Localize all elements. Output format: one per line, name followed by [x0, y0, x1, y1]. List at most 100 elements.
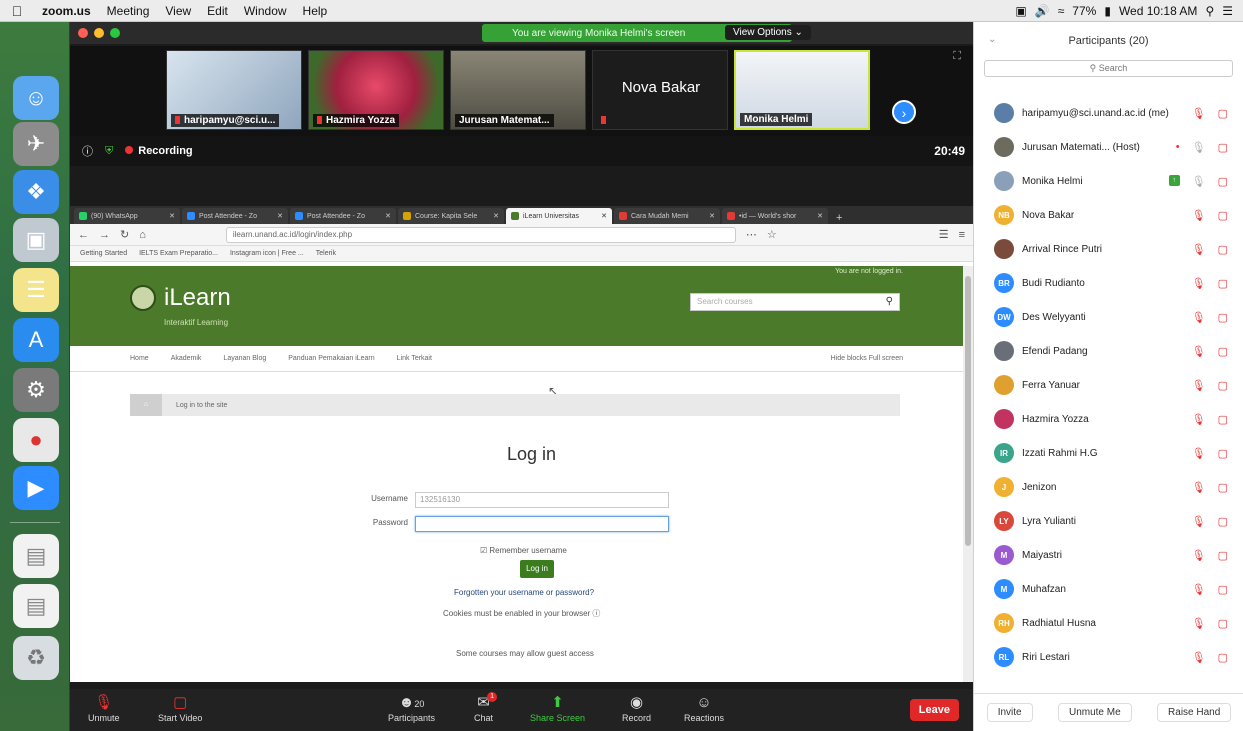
close-tab-icon[interactable]: ✕: [273, 212, 283, 220]
participants-button[interactable]: ☻20 Participants: [388, 693, 435, 723]
login-button[interactable]: Log in: [520, 560, 554, 578]
breadcrumb-home-icon[interactable]: ⌂: [130, 394, 162, 416]
participant-row[interactable]: M Maiyastri 🎙 ▢: [974, 538, 1243, 572]
password-field[interactable]: [415, 516, 669, 532]
participant-row[interactable]: Hazmira Yozza 🎙 ▢: [974, 402, 1243, 436]
close-tab-icon[interactable]: ✕: [813, 212, 823, 220]
participant-row[interactable]: M Muhafzan 🎙 ▢: [974, 572, 1243, 606]
address-field[interactable]: ilearn.unand.ac.id/login/index.php: [225, 226, 736, 243]
participant-row[interactable]: RL Riri Lestari 🎙 ▢: [974, 640, 1243, 674]
thumbnail-hazmira[interactable]: Hazmira Yozza: [308, 50, 444, 130]
clock[interactable]: Wed 10:18 AM: [1119, 4, 1198, 18]
close-tab-icon[interactable]: ✕: [489, 212, 499, 220]
bookmark-item[interactable]: Getting Started: [80, 250, 127, 257]
menu-icon[interactable]: ≡: [959, 229, 965, 241]
browser-tab[interactable]: •id — World's shor ✕: [722, 208, 828, 224]
back-icon[interactable]: ←: [78, 229, 89, 241]
chevron-down-icon[interactable]: ⌄: [988, 34, 996, 45]
course-search-input[interactable]: Search courses ⚲: [690, 293, 900, 311]
nav-layanan-blog[interactable]: Layanan Blog: [223, 355, 266, 362]
participant-row[interactable]: Jurusan Matemati... (Host) • 🎙 ▢: [974, 130, 1243, 164]
home-icon[interactable]: ⌂: [139, 229, 146, 241]
unmute-me-button[interactable]: Unmute Me: [1057, 703, 1132, 722]
menu-view[interactable]: View: [157, 4, 199, 18]
notification-center-icon[interactable]: ☰: [1222, 4, 1233, 18]
wifi-icon[interactable]: ≈: [1058, 4, 1065, 18]
browser-tab[interactable]: Post Attendee - Zo ✕: [290, 208, 396, 224]
participant-row[interactable]: RH Radhiatul Husna 🎙 ▢: [974, 606, 1243, 640]
thumbnail-jurusan[interactable]: Jurusan Matemat...: [450, 50, 586, 130]
zoom-icon[interactable]: ▶: [13, 466, 59, 510]
info-icon[interactable]: ⓘ: [82, 143, 93, 159]
browser-tab[interactable]: (90) WhatsApp ✕: [74, 208, 180, 224]
safari-icon[interactable]: ❖: [13, 170, 59, 214]
library-icon[interactable]: ☰: [939, 228, 949, 241]
menu-app-name[interactable]: zoom.us: [34, 4, 99, 18]
page-scrollbar[interactable]: [963, 266, 973, 682]
close-tab-icon[interactable]: ✕: [705, 212, 715, 220]
nav-home[interactable]: Home: [130, 355, 149, 362]
zoom-window-button[interactable]: [110, 28, 120, 38]
chrome-icon[interactable]: ●: [13, 418, 59, 462]
participant-row[interactable]: haripamyu@sci.unand.ac.id (me) 🎙 ▢: [974, 96, 1243, 130]
close-tab-icon[interactable]: ✕: [381, 212, 391, 220]
finder-icon[interactable]: ☺: [13, 76, 59, 120]
invite-button[interactable]: Invite: [986, 703, 1033, 722]
view-options-button[interactable]: View Options ⌄: [725, 25, 811, 40]
ilearn-logo[interactable]: iLearn Interaktif Learning: [130, 284, 231, 327]
forgot-password-link[interactable]: Forgotten your username or password?: [454, 588, 594, 597]
record-button[interactable]: ◉ Record: [622, 693, 651, 723]
document-stack-icon[interactable]: ▤: [13, 584, 59, 628]
participant-row[interactable]: Efendi Padang 🎙 ▢: [974, 334, 1243, 368]
minimize-window-button[interactable]: [94, 28, 104, 38]
preview-icon[interactable]: ▣: [13, 218, 59, 262]
nav-akademik[interactable]: Akademik: [171, 355, 202, 362]
bookmark-item[interactable]: IELTS Exam Preparatio...: [139, 250, 218, 257]
bookmark-star-icon[interactable]: ☆: [767, 228, 777, 241]
participant-row[interactable]: Monika Helmi ↑ 🎙 ▢: [974, 164, 1243, 198]
new-tab-icon[interactable]: +: [830, 212, 848, 224]
scrollbar-thumb[interactable]: [965, 276, 971, 546]
username-field[interactable]: 132516130: [415, 492, 669, 508]
remember-username[interactable]: ☑ Remember username: [480, 546, 567, 555]
close-window-button[interactable]: [78, 28, 88, 38]
notes-icon[interactable]: ☰: [13, 268, 59, 312]
system-preferences-icon[interactable]: ⚙: [13, 368, 59, 412]
leave-button[interactable]: Leave: [909, 699, 959, 721]
browser-tab[interactable]: Post Attendee - Zo ✕: [182, 208, 288, 224]
start-video-button[interactable]: ▢ Start Video: [158, 693, 202, 723]
app-store-icon[interactable]: A: [13, 318, 59, 362]
page-actions-icon[interactable]: ⋯: [746, 228, 757, 241]
participant-row[interactable]: Ferra Yanuar 🎙 ▢: [974, 368, 1243, 402]
thumbnail-monika[interactable]: Monika Helmi: [734, 50, 870, 130]
thumbnail-haripamyu[interactable]: haripamyu@sci.u...: [166, 50, 302, 130]
bookmark-item[interactable]: Instagram icon | Free ...: [230, 250, 304, 257]
participant-row[interactable]: LY Lyra Yulianti 🎙 ▢: [974, 504, 1243, 538]
browser-tab[interactable]: Course: Kapita Sele ✕: [398, 208, 504, 224]
menu-window[interactable]: Window: [236, 4, 295, 18]
breadcrumb-label[interactable]: Log in to the site: [176, 402, 227, 409]
reactions-button[interactable]: ☺ Reactions: [684, 693, 724, 723]
next-page-button[interactable]: ›: [892, 100, 916, 124]
menu-meeting[interactable]: Meeting: [99, 4, 158, 18]
participant-row[interactable]: J Jenizon 🎙 ▢: [974, 470, 1243, 504]
help-icon[interactable]: ⓘ: [592, 609, 600, 618]
checkbox-checked-icon[interactable]: ☑: [480, 546, 487, 555]
participant-row[interactable]: DW Des Welyyanti 🎙 ▢: [974, 300, 1243, 334]
trash-icon[interactable]: ♻: [13, 636, 59, 680]
apple-icon[interactable]: : [0, 3, 34, 19]
battery-percent[interactable]: 77%: [1072, 4, 1096, 18]
camera-status-icon[interactable]: ▣: [1015, 4, 1026, 18]
participant-row[interactable]: BR Budi Rudianto 🎙 ▢: [974, 266, 1243, 300]
share-screen-button[interactable]: ⬆ Share Screen: [530, 693, 585, 723]
spotlight-search-icon[interactable]: ⚲: [1205, 4, 1214, 18]
bookmark-item[interactable]: Telerik: [316, 250, 336, 257]
chat-button[interactable]: ✉ 1 Chat: [474, 692, 498, 723]
forward-icon[interactable]: →: [99, 229, 110, 241]
browser-tab[interactable]: Cara Mudah Memi ✕: [614, 208, 720, 224]
participant-row[interactable]: IR Izzati Rahmi H.G 🎙 ▢: [974, 436, 1243, 470]
reload-icon[interactable]: ↻: [120, 228, 129, 241]
shield-icon[interactable]: ⛨: [105, 145, 113, 158]
nav-panduan[interactable]: Panduan Pemakaian iLearn: [288, 355, 374, 362]
unmute-button[interactable]: 🎙 Unmute: [88, 693, 120, 723]
